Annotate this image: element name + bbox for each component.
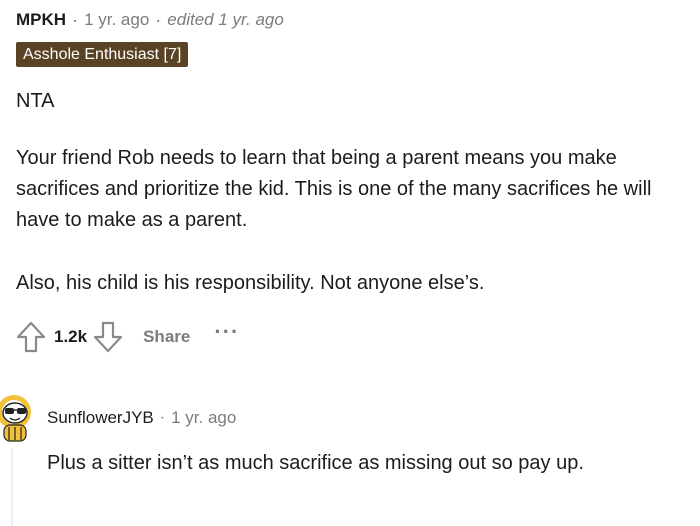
reply-meta: SunflowerJYB · 1 yr. ago bbox=[47, 406, 236, 430]
reply-author[interactable]: SunflowerJYB bbox=[47, 408, 154, 428]
downvote-arrow-icon bbox=[93, 321, 123, 353]
meta-separator: · bbox=[155, 9, 162, 30]
more-options-button[interactable]: ··· bbox=[214, 321, 239, 349]
comment-edited: edited 1 yr. ago bbox=[167, 10, 284, 29]
vote-score: 1.2k bbox=[54, 327, 88, 346]
comment-author[interactable]: MPKH bbox=[16, 10, 66, 30]
reply-time[interactable]: 1 yr. ago bbox=[171, 408, 236, 428]
comment-paragraph: NTA bbox=[16, 90, 55, 112]
downvote-button[interactable] bbox=[91, 318, 125, 356]
reply-text: Plus a sitter isn’t as much sacrifice as… bbox=[47, 452, 584, 474]
share-button[interactable]: Share bbox=[143, 327, 190, 347]
reply-comment: SunflowerJYB · 1 yr. ago Plus a sitter i… bbox=[0, 372, 700, 526]
upvote-arrow-icon bbox=[16, 321, 46, 353]
comment-actions: 1.2k Share ··· bbox=[14, 318, 239, 356]
user-flair: Asshole Enthusiast [7] bbox=[16, 42, 189, 67]
meta-separator: · bbox=[72, 9, 79, 30]
upvote-button[interactable] bbox=[14, 318, 48, 356]
comment-time[interactable]: 1 yr. ago bbox=[84, 10, 149, 30]
snoo-avatar-icon[interactable] bbox=[0, 382, 36, 444]
comment-paragraph: Also, his child is his responsibility. N… bbox=[16, 272, 485, 294]
comment-meta: MPKH · 1 yr. ago · edited 1 yr. ago bbox=[16, 8, 284, 32]
meta-separator: · bbox=[159, 409, 166, 426]
comment-paragraph: Your friend Rob needs to learn that bein… bbox=[16, 147, 652, 231]
thread-line[interactable] bbox=[11, 448, 13, 526]
